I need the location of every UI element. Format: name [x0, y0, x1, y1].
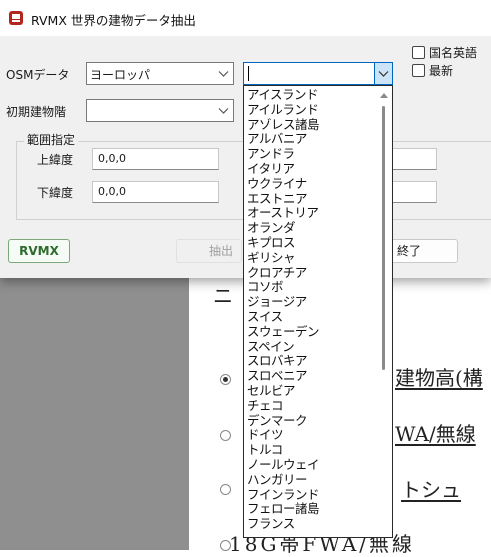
dropdown-option[interactable]: アンドラ	[247, 147, 295, 160]
dropdown-option[interactable]: フェロー諸島	[247, 502, 320, 515]
dropdown-option[interactable]: クロアチア	[247, 266, 307, 279]
lower-lat-label: 下緯度	[37, 186, 74, 200]
dropdown-option[interactable]: フランス	[247, 517, 295, 530]
dropdown-option[interactable]: ウクライナ	[247, 177, 307, 190]
chevron-down-icon	[218, 108, 229, 114]
doc-radio	[220, 430, 231, 441]
dropdown-option[interactable]: アイスランド	[247, 88, 319, 101]
doc-text-line: トシュ	[401, 478, 461, 502]
doc-text-line: WA/無線	[395, 422, 476, 446]
upper-lat-label: 上緯度	[37, 153, 74, 167]
doc-text-line: 建物高(構	[395, 366, 483, 390]
dropdown-option[interactable]: セルビア	[247, 384, 296, 397]
window-title: RVMX 世界の建物データ抽出	[31, 13, 196, 28]
dropdown-option[interactable]: デンマーク	[247, 414, 308, 427]
dropdown-option[interactable]: スロバキア	[247, 354, 308, 367]
country-english-checkbox[interactable]	[412, 46, 425, 59]
extract-button[interactable]: 抽出	[176, 239, 242, 263]
dropdown-option[interactable]: コソボ	[247, 280, 284, 293]
dropdown-option[interactable]: スウェーデン	[247, 325, 320, 338]
initial-building-label: 初期建物階	[6, 105, 67, 119]
dropdown-option[interactable]: トルコ	[247, 443, 283, 456]
country-select[interactable]	[243, 62, 393, 85]
app-icon	[9, 11, 23, 25]
lower-lat-value: 0,0,0	[98, 185, 126, 198]
background-area	[0, 278, 189, 550]
dropdown-option[interactable]: ギリシャ	[247, 251, 296, 264]
dropdown-option[interactable]: ドイツ	[247, 428, 284, 441]
dropdown-option[interactable]: スペイン	[247, 340, 295, 353]
dropdown-option[interactable]: オーストリア	[247, 206, 319, 219]
initial-building-select[interactable]	[86, 99, 234, 122]
country-dropdown-list[interactable]: アイスランド アイルランド アゾレス諸島 アルバニアアンドライタリアウクライナエストニ…	[243, 85, 393, 538]
dropdown-option[interactable]: ノールウェイ	[247, 458, 320, 471]
dropdown-option[interactable]: ハンガリー	[247, 473, 308, 486]
scrollbar-thumb[interactable]	[382, 106, 385, 370]
dropdown-option[interactable]: スイス	[247, 310, 283, 323]
dropdown-option[interactable]: イタリア	[247, 162, 295, 175]
doc-radio	[220, 374, 231, 385]
title-bar: RVMX 世界の建物データ抽出	[0, 0, 491, 36]
dropdown-option[interactable]: アゾレス諸島	[247, 118, 320, 131]
dropdown-option[interactable]: アルバニア	[247, 132, 307, 145]
upper-lat-input[interactable]: 0,0,0	[92, 148, 219, 170]
dropdown-option[interactable]: フインランド	[247, 488, 320, 501]
scroll-up-icon[interactable]	[380, 92, 388, 98]
dropdown-option[interactable]: オランダ	[247, 221, 296, 234]
dropdown-option[interactable]: ジョージア	[247, 295, 307, 308]
doc-radio	[220, 484, 231, 495]
osm-region-value: ヨーロッパ	[90, 68, 151, 82]
dropdown-option[interactable]: キプロス	[247, 236, 296, 249]
doc-text-line: ニ	[213, 284, 233, 308]
chevron-down-icon	[218, 71, 229, 77]
country-english-label: 国名英語	[429, 46, 478, 60]
rvmx-button[interactable]: RVMX	[8, 239, 70, 263]
osm-region-select[interactable]: ヨーロッパ	[86, 62, 234, 85]
dropdown-option[interactable]: スロベニア	[247, 369, 308, 382]
osm-label: OSMデータ	[6, 68, 70, 82]
latest-label: 最新	[429, 64, 454, 78]
upper-lat-value: 0,0,0	[98, 152, 126, 165]
latest-checkbox[interactable]	[412, 64, 425, 77]
country-dropdown-button[interactable]	[374, 63, 392, 84]
dropdown-option[interactable]: アイルランド	[247, 103, 319, 116]
text-caret	[248, 66, 249, 81]
range-group-label: 範囲指定	[24, 131, 79, 148]
upper-lon-input[interactable]	[392, 148, 437, 170]
dropdown-option[interactable]: チェコ	[247, 399, 284, 412]
dropdown-option[interactable]: エストニア	[247, 192, 308, 205]
chevron-down-icon	[378, 71, 389, 77]
lower-lat-input[interactable]: 0,0,0	[92, 181, 219, 203]
lower-lon-input[interactable]	[392, 181, 437, 203]
